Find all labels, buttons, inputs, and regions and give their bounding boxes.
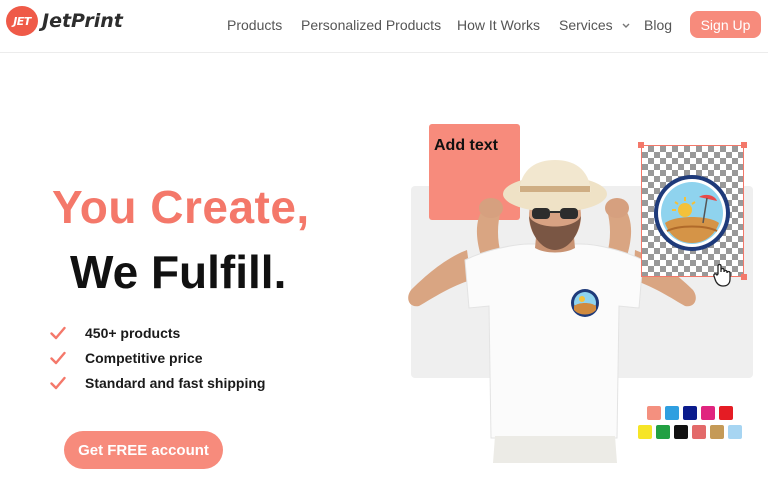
color-swatch[interactable]: [647, 406, 661, 420]
check-icon: [50, 351, 66, 364]
color-swatch[interactable]: [701, 406, 715, 420]
feature-text: Competitive price: [85, 349, 203, 366]
feature-item: 450+ products: [50, 320, 265, 345]
resize-handle-top-right[interactable]: [741, 142, 747, 148]
hero-title-line1: You Create,: [52, 181, 310, 233]
sun-beach-badge-image: [654, 175, 730, 251]
check-icon: [50, 326, 66, 339]
check-icon: [50, 376, 66, 389]
resize-handle-top-left[interactable]: [638, 142, 644, 148]
hero-title-line2: We Fulfill.: [70, 246, 287, 298]
site-header: JET JetPrint Products Personalized Produ…: [0, 0, 768, 53]
color-swatch[interactable]: [674, 425, 688, 439]
color-swatch[interactable]: [692, 425, 706, 439]
nav-blog[interactable]: Blog: [644, 17, 672, 33]
resize-handle-bottom-right[interactable]: [741, 274, 747, 280]
feature-list: 450+ products Competitive price Standard…: [50, 320, 265, 395]
sign-up-button[interactable]: Sign Up: [690, 11, 761, 38]
chevron-down-icon: [622, 23, 630, 29]
design-preview-area[interactable]: [641, 145, 744, 277]
feature-text: Standard and fast shipping: [85, 374, 266, 391]
nav-services[interactable]: Services: [559, 17, 630, 33]
add-text-label: Add text: [434, 137, 498, 154]
nav-how-it-works[interactable]: How It Works: [457, 17, 540, 33]
feature-text: 450+ products: [85, 324, 181, 341]
feature-item: Standard and fast shipping: [50, 370, 265, 395]
nav-personalized-products[interactable]: Personalized Products: [301, 17, 441, 33]
feature-item: Competitive price: [50, 345, 265, 370]
pointer-hand-icon: [713, 263, 731, 287]
get-free-account-button[interactable]: Get FREE account: [64, 431, 223, 469]
color-swatch[interactable]: [665, 406, 679, 420]
main-nav: Products Personalized Products How It Wo…: [0, 0, 768, 52]
color-swatch[interactable]: [719, 406, 733, 420]
nav-services-label: Services: [559, 17, 613, 33]
color-swatch[interactable]: [710, 425, 724, 439]
color-swatch[interactable]: [728, 425, 742, 439]
color-swatch[interactable]: [656, 425, 670, 439]
nav-products[interactable]: Products: [227, 17, 282, 33]
color-swatch[interactable]: [638, 425, 652, 439]
color-swatch[interactable]: [683, 406, 697, 420]
